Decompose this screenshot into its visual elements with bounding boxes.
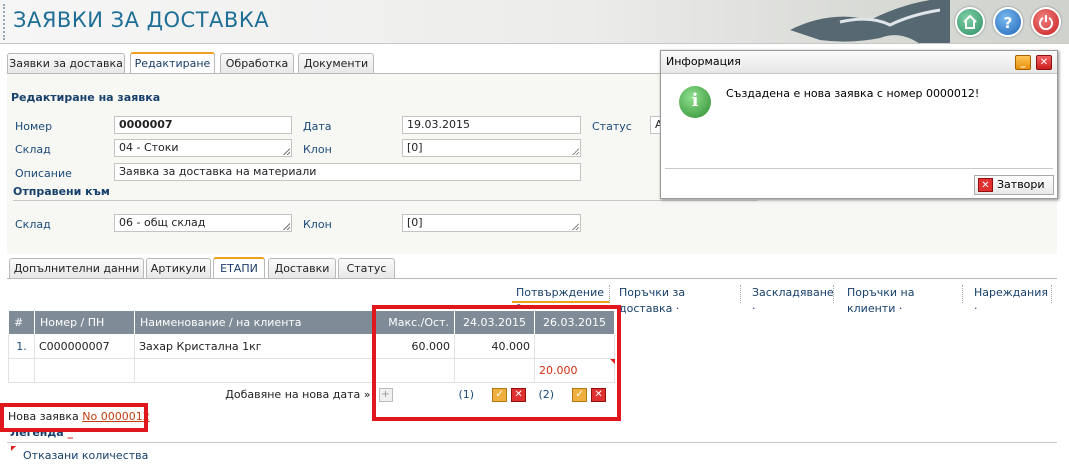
tab-stages[interactable]: ЕТАПИ <box>213 257 265 279</box>
legend-marker <box>11 446 16 451</box>
inner-tab-divider <box>7 278 1057 279</box>
sent-warehouse-select[interactable]: 06 - общ склад <box>114 214 292 232</box>
stage-tab-storage[interactable]: Заскладяване · <box>748 285 834 315</box>
number-label: Номер <box>15 120 53 133</box>
description-field[interactable]: Заявка за доставка на материали <box>114 163 581 181</box>
sent-branch-value: [0] <box>407 216 423 229</box>
home-icon <box>963 14 977 29</box>
info-icon: i <box>679 86 711 118</box>
app-title: ЗАЯВКИ ЗА ДОСТАВКА <box>13 8 270 32</box>
power-icon <box>1039 15 1053 31</box>
close-button[interactable]: ✕ Затвори <box>974 175 1054 195</box>
highlight-box-new-request <box>0 403 148 432</box>
tab-articles[interactable]: Артикули <box>146 258 211 279</box>
branch-select[interactable]: [0] <box>402 139 581 157</box>
tab-additional-data[interactable]: Допълнителни данни <box>9 258 144 279</box>
section-divider <box>13 200 758 201</box>
highlight-box-grid <box>372 305 621 421</box>
dialog-title: Информация <box>666 55 741 68</box>
number-field[interactable]: 0000007 <box>114 116 292 134</box>
resize-grip-icon <box>283 223 290 230</box>
legend-item: Отказани количества <box>23 449 149 462</box>
branch-label: Клон <box>303 143 332 156</box>
row-index <box>8 358 35 383</box>
description-label: Описание <box>15 167 72 180</box>
warehouse-select[interactable]: 04 - Стоки <box>114 139 292 157</box>
date-field[interactable]: 19.03.2015 <box>402 116 581 134</box>
tab-requests[interactable]: Заявки за доставка <box>7 53 125 74</box>
tab-status[interactable]: Статус <box>338 258 395 279</box>
col-header-index: # <box>8 310 35 335</box>
header-grip <box>3 4 5 40</box>
row-code: C000000007 <box>34 334 135 359</box>
stage-tab-customer-orders[interactable]: Поръчки на клиенти · <box>843 285 963 315</box>
header-decoration <box>790 0 950 43</box>
sent-branch-select[interactable]: [0] <box>402 214 581 232</box>
dialog-divider <box>665 168 1053 169</box>
stage-tab-confirmation[interactable]: Потвърждение ° <box>512 285 610 315</box>
tab-edit[interactable]: Редактиране <box>130 52 215 74</box>
dialog-message: Създадена е нова заявка с номер 0000012! <box>726 87 980 100</box>
row-name: Захар Кристална 1кг <box>134 334 375 359</box>
date-label: Дата <box>303 120 332 133</box>
tab-documents[interactable]: Документи <box>298 53 374 74</box>
status-label: Статус <box>592 120 632 133</box>
row-code <box>34 358 135 383</box>
power-button[interactable] <box>1031 7 1061 37</box>
tab-deliveries[interactable]: Доставки <box>268 258 336 279</box>
help-button[interactable]: ? <box>993 7 1023 37</box>
resize-grip-icon <box>572 148 579 155</box>
tab-processing[interactable]: Обработка <box>220 53 294 74</box>
close-button-icon: ✕ <box>978 178 993 192</box>
warehouse-label: Склад <box>15 143 51 156</box>
close-button-label: Затвори <box>997 178 1045 191</box>
sent-branch-label: Клон <box>303 218 332 231</box>
app-header: ЗАЯВКИ ЗА ДОСТАВКА ? <box>0 0 1069 44</box>
stage-tab-instructions[interactable]: Нареждания · <box>970 285 1052 315</box>
section-title: Редактиране на заявка <box>11 91 161 104</box>
info-dialog: Информация _ ✕ i Създадена е нова заявка… <box>660 50 1058 199</box>
resize-grip-icon <box>572 223 579 230</box>
sent-warehouse-value: 06 - общ склад <box>119 216 206 229</box>
sent-to-title: Отправени към <box>13 185 110 198</box>
resize-grip-icon <box>283 148 290 155</box>
minimize-icon[interactable]: _ <box>1015 55 1031 70</box>
branch-value: [0] <box>407 141 423 154</box>
legend-divider <box>7 442 1057 443</box>
warehouse-value: 04 - Стоки <box>119 141 179 154</box>
sent-warehouse-label: Склад <box>15 218 51 231</box>
col-header-name: Наименование / на клиента <box>134 310 375 335</box>
stage-tab-delivery-orders[interactable]: Поръчки за доставка · <box>615 285 741 315</box>
home-button[interactable] <box>955 7 985 37</box>
col-header-code: Номер / ПН <box>34 310 135 335</box>
help-icon: ? <box>1003 14 1013 32</box>
dialog-titlebar: Информация _ ✕ <box>661 51 1057 74</box>
close-icon[interactable]: ✕ <box>1036 55 1052 70</box>
row-index: 1. <box>8 334 35 359</box>
row-name <box>134 358 375 383</box>
